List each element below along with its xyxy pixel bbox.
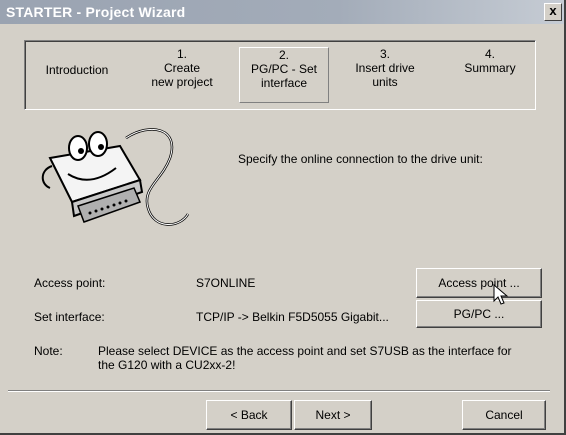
step-set-interface: 2. PG/PC - Set interface [239, 47, 329, 103]
step-create-project: 1. Create new project [129, 47, 235, 101]
step-label: Introduction [45, 63, 109, 77]
step-summary: 4. Summary [445, 47, 535, 101]
back-button[interactable]: < Back [206, 400, 292, 430]
note-label: Note: [34, 344, 63, 358]
pg-pc-button[interactable]: PG/PC ... [416, 300, 542, 328]
instruction-text: Specify the online connection to the dri… [238, 152, 483, 166]
access-point-label: Access point: [34, 276, 106, 290]
step-label: Insert drive units [355, 61, 415, 89]
step-label: PG/PC - Set interface [250, 62, 318, 90]
step-number: 2. [278, 48, 289, 62]
step-label: Summary [464, 61, 516, 75]
next-button[interactable]: Next > [294, 400, 372, 430]
step-number: 4. [484, 47, 495, 61]
close-button[interactable]: x [544, 3, 562, 21]
step-introduction: Introduction [31, 63, 123, 117]
access-point-value: S7ONLINE [196, 276, 256, 290]
step-insert-drive-units: 3. Insert drive units [335, 47, 435, 101]
set-interface-value: TCP/IP -> Belkin F5D5055 Gigabit... [196, 310, 389, 324]
cable-connector-mascot-icon [41, 128, 190, 226]
note-text: Please select DEVICE as the access point… [98, 344, 512, 372]
cancel-button[interactable]: Cancel [462, 400, 546, 430]
project-wizard-window: STARTER - Project Wizard x Introduction … [0, 0, 566, 435]
footer-separator [8, 390, 550, 392]
step-label: Create new project [151, 61, 213, 89]
title-bar: STARTER - Project Wizard x [0, 0, 564, 24]
window-title: STARTER - Project Wizard [6, 4, 186, 20]
access-point-button[interactable]: Access point ... [416, 268, 542, 298]
wizard-steps: Introduction 1. Create new project 2. PG… [24, 40, 536, 110]
set-interface-label: Set interface: [34, 310, 105, 324]
step-number: 1. [176, 47, 187, 61]
step-number: 3. [379, 47, 390, 61]
mouse-pointer-icon [493, 284, 509, 305]
